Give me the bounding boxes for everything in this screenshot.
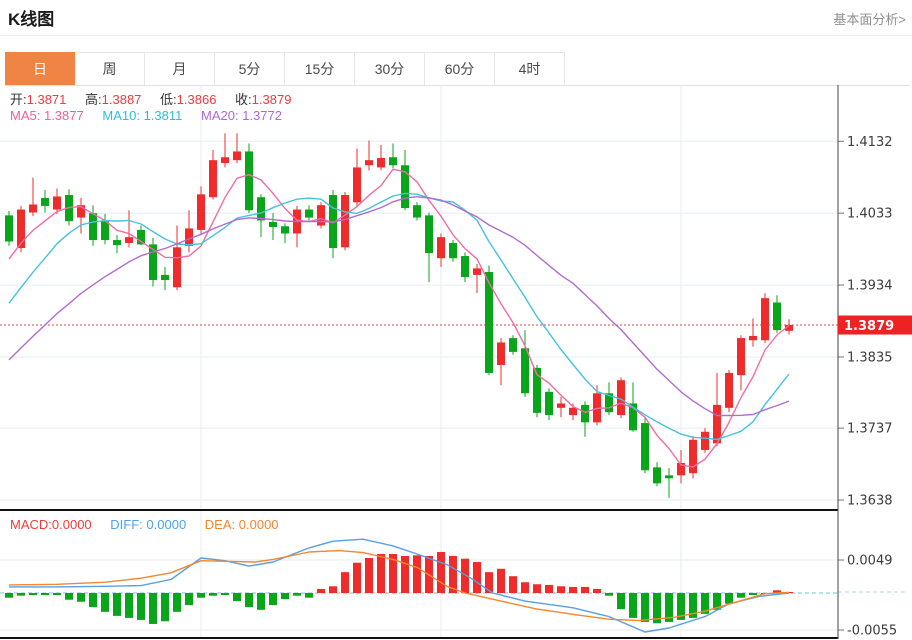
tab-月[interactable]: 月 <box>145 52 215 85</box>
dea-label: DEA: <box>205 517 235 532</box>
ma5-value: 1.3877 <box>44 108 84 123</box>
tab-30分[interactable]: 30分 <box>355 52 425 85</box>
macd-value: 0.0000 <box>52 517 92 532</box>
header-divider <box>0 35 912 36</box>
tab-60分[interactable]: 60分 <box>425 52 495 85</box>
ma10-value: 1.3811 <box>144 108 183 123</box>
ma-legend: MA5: 1.3877 MA10: 1.3811 MA20: 1.3772 <box>10 108 297 123</box>
kline-widget: K线图 基本面分析> 日周月5分15分30分60分4时 1.4132 1.4033… <box>0 0 912 640</box>
open-value: 1.3871 <box>27 92 67 107</box>
diff-label: DIFF: <box>110 517 143 532</box>
tab-日[interactable]: 日 <box>5 52 75 85</box>
tab-4时[interactable]: 4时 <box>495 52 565 85</box>
high-value: 1.3887 <box>102 92 142 107</box>
tab-5分[interactable]: 5分 <box>215 52 285 85</box>
current-price-badge: 1.3879 <box>844 319 894 334</box>
diff-value: 0.0000 <box>146 517 186 532</box>
svg-text:1.3934: 1.3934 <box>847 279 893 294</box>
svg-text:1.3638: 1.3638 <box>847 494 893 509</box>
ma5-label: MA5: <box>10 108 40 123</box>
macd-label: MACD: <box>10 517 52 532</box>
tab-周[interactable]: 周 <box>75 52 145 85</box>
high-label: 高: <box>85 92 102 107</box>
ma20-label: MA20: <box>201 108 239 123</box>
period-tabs: 日周月5分15分30分60分4时 <box>5 52 910 86</box>
tab-15分[interactable]: 15分 <box>285 52 355 85</box>
close-value: 1.3879 <box>252 92 292 107</box>
macd-legend: MACD:0.0000 DIFF: 0.0000 DEA: 0.0000 <box>10 517 294 532</box>
ohlc-legend: 开:1.3871 高:1.3887 低:1.3866 收:1.3879 <box>10 89 306 108</box>
fundamental-analysis-link[interactable]: 基本面分析> <box>833 9 906 28</box>
ma20-value: 1.3772 <box>242 108 282 123</box>
svg-text:-0.0055: -0.0055 <box>847 624 897 639</box>
svg-text:1.4033: 1.4033 <box>847 207 893 222</box>
close-label: 收: <box>235 92 252 107</box>
svg-text:1.3835: 1.3835 <box>847 350 893 365</box>
low-value: 1.3866 <box>177 92 217 107</box>
svg-text:1.3737: 1.3737 <box>847 422 893 437</box>
dea-value: 0.0000 <box>239 517 279 532</box>
low-label: 低: <box>160 92 177 107</box>
ma10-label: MA10: <box>102 108 140 123</box>
open-label: 开: <box>10 92 27 107</box>
svg-text:1.4132: 1.4132 <box>847 135 893 150</box>
page-title: K线图 <box>8 5 54 30</box>
svg-text:0.0049: 0.0049 <box>847 554 893 569</box>
kline-chart[interactable]: 1.4132 1.4033 1.3934 1.3835 1.3737 1.3638 0.00… <box>0 85 912 640</box>
